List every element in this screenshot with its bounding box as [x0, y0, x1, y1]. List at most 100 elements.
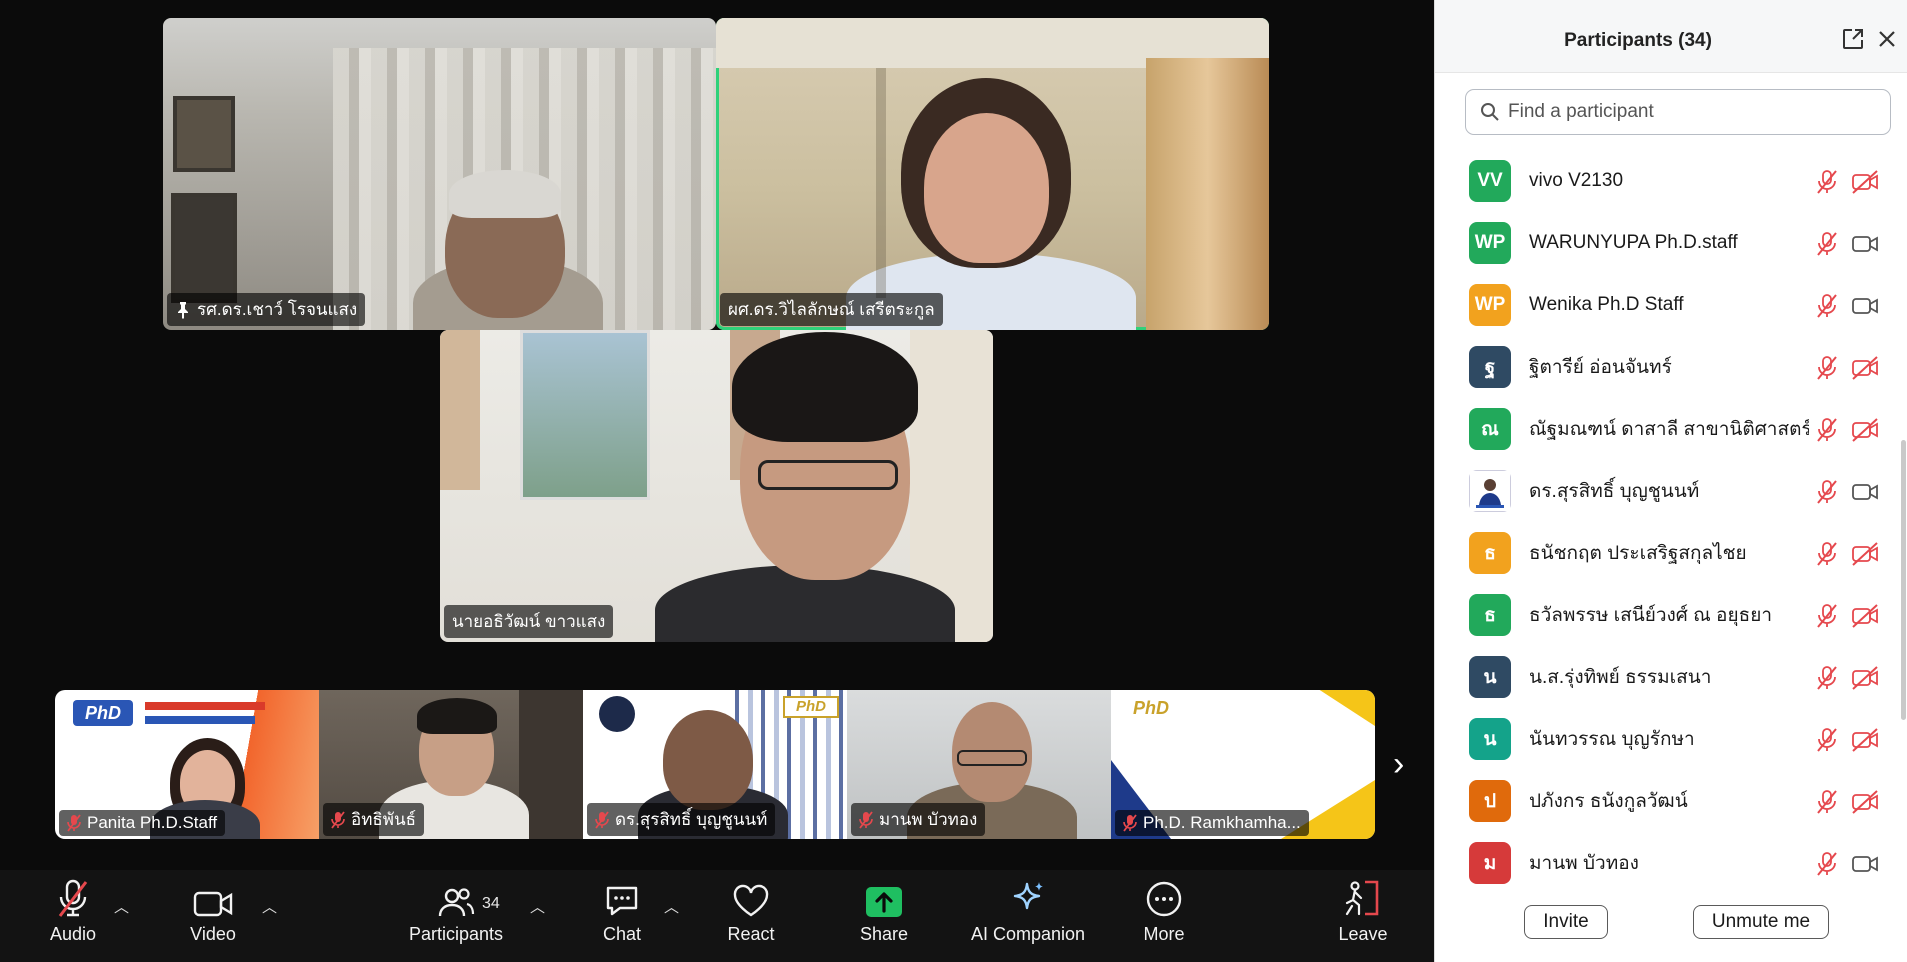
mic-muted-icon[interactable] — [1815, 789, 1839, 820]
participant-row[interactable]: ธ ธวัลพรรษ เสนีย์วงศ์ ณ อยุธยา — [1435, 584, 1907, 646]
video-off-icon[interactable] — [1851, 727, 1879, 758]
share-label: Share — [859, 924, 909, 944]
participant-avatar: WP — [1469, 222, 1511, 264]
leave-button[interactable]: Leave — [1336, 870, 1390, 962]
ai-companion-button[interactable]: AI Companion — [964, 870, 1092, 962]
mic-muted-icon — [67, 814, 81, 832]
participant-name: มานพ บัวทอง — [879, 810, 978, 829]
mic-muted-icon[interactable] — [1815, 665, 1839, 696]
mic-muted-icon — [595, 810, 609, 829]
thumbnail-tile[interactable]: อิทธิพันธ์ — [319, 690, 583, 839]
chat-icon — [606, 886, 638, 916]
participant-name-tag: Panita Ph.D.Staff — [59, 810, 226, 836]
video-camera-icon[interactable] — [1851, 479, 1879, 510]
close-icon[interactable] — [1875, 27, 1899, 51]
participant-row[interactable]: ฐ ฐิตารีย์ อ่อนจันทร์ — [1435, 336, 1907, 398]
video-camera-icon[interactable] — [1851, 851, 1879, 882]
video-off-icon[interactable] — [1851, 417, 1879, 448]
participant-avatar — [1469, 470, 1511, 512]
avatar-initials: ธ — [1484, 543, 1496, 564]
mic-muted-icon — [1123, 814, 1137, 832]
unmute-me-button[interactable]: Unmute me — [1693, 905, 1829, 939]
mic-muted-icon[interactable] — [1815, 603, 1839, 634]
participant-name: WARUNYUPA Ph.D.staff — [1529, 232, 1738, 253]
heart-icon — [733, 884, 769, 917]
participants-options-chevron-up-icon[interactable]: ︿ — [530, 896, 545, 917]
video-camera-icon[interactable] — [1851, 231, 1879, 262]
participant-row[interactable]: ป ปภังกร ธนังกูลวัฒน์ — [1435, 770, 1907, 832]
mic-muted-icon[interactable] — [1815, 417, 1839, 448]
chat-button[interactable]: Chat — [598, 870, 646, 962]
video-tile-3[interactable]: นายอธิวัฒน์ ขาวแสง — [440, 330, 993, 642]
participant-row[interactable]: ม มานพ บัวทอง — [1435, 832, 1907, 894]
participant-list-scrollbar[interactable] — [1901, 440, 1906, 720]
sparkle-icon — [1013, 882, 1043, 910]
more-button[interactable]: More — [1136, 870, 1192, 962]
participant-row[interactable]: WP Wenika Ph.D Staff — [1435, 274, 1907, 336]
mic-muted-icon — [58, 879, 88, 917]
mic-muted-icon[interactable] — [1815, 541, 1839, 572]
mic-muted-icon[interactable] — [1815, 355, 1839, 386]
participant-name: มานพ บัวทอง — [1529, 853, 1639, 874]
leave-label: Leave — [1338, 924, 1388, 944]
participant-row[interactable]: ดร.สุรสิทธิ์ บุญชูนนท์ — [1435, 460, 1907, 522]
avatar-initials: ฐ — [1484, 357, 1496, 378]
thumbnail-tile[interactable]: PhD Ph.D. Ramkhamha... — [1111, 690, 1375, 839]
share-button[interactable]: Share — [856, 870, 912, 962]
mic-muted-icon[interactable] — [1815, 851, 1839, 882]
participant-search-input[interactable] — [1508, 101, 1868, 123]
avatar-initials: ธ — [1484, 605, 1496, 626]
video-off-icon[interactable] — [1851, 603, 1879, 634]
participant-row[interactable]: WP WARUNYUPA Ph.D.staff — [1435, 212, 1907, 274]
mic-muted-icon — [331, 810, 345, 829]
meeting-toolbar: Audio ︿ Video ︿ Participants 34 ︿ Chat ︿… — [0, 870, 1434, 962]
participant-avatar: ธ — [1469, 532, 1511, 574]
avatar-initials: ป — [1483, 791, 1497, 812]
participant-avatar: ณ — [1469, 408, 1511, 450]
video-off-icon[interactable] — [1851, 541, 1879, 572]
video-off-icon[interactable] — [1851, 169, 1879, 200]
invite-button[interactable]: Invite — [1524, 905, 1608, 939]
more-label: More — [1143, 924, 1185, 944]
participant-name: ดร.สุรสิทธิ์ บุญชูนนท์ — [1529, 481, 1700, 502]
audio-options-chevron-up-icon[interactable]: ︿ — [114, 896, 129, 917]
participant-row[interactable]: ธ ธนัชกฤต ประเสริฐสกุลไชย — [1435, 522, 1907, 584]
participant-name: ผศ.ดร.วิไลลักษณ์ เสรีตระกูล — [728, 300, 935, 319]
audio-button[interactable]: Audio — [38, 870, 108, 962]
participant-row[interactable]: น น.ส.รุ่งทิพย์ ธรรมเสนา — [1435, 646, 1907, 708]
participant-row[interactable]: VV vivo V2130 — [1435, 150, 1907, 212]
video-off-icon[interactable] — [1851, 789, 1879, 820]
participant-avatar: ม — [1469, 842, 1511, 884]
participants-button[interactable]: Participants — [404, 870, 508, 962]
video-off-icon[interactable] — [1851, 355, 1879, 386]
video-button[interactable]: Video — [180, 870, 246, 962]
participant-name: Panita Ph.D.Staff — [87, 813, 218, 832]
mic-muted-icon[interactable] — [1815, 293, 1839, 324]
participant-row[interactable]: น นันทวรรณ บุญรักษา — [1435, 708, 1907, 770]
thumbnail-tile[interactable]: มานพ บัวทอง — [847, 690, 1111, 839]
video-off-icon[interactable] — [1851, 665, 1879, 696]
video-camera-icon[interactable] — [1851, 293, 1879, 324]
react-button[interactable]: React — [723, 870, 779, 962]
participant-name: น.ส.รุ่งทิพย์ ธรรมเสนา — [1529, 667, 1712, 688]
video-tile-1[interactable]: รศ.ดร.เชาว์ โรจนแสง — [163, 18, 716, 330]
participant-name-tag: นายอธิวัฒน์ ขาวแสง — [444, 605, 614, 638]
pop-out-icon[interactable] — [1841, 27, 1865, 51]
participant-name-tag: ผศ.ดร.วิไลลักษณ์ เสรีตระกูล — [720, 293, 943, 326]
mic-muted-icon[interactable] — [1815, 169, 1839, 200]
video-options-chevron-up-icon[interactable]: ︿ — [262, 896, 277, 917]
participant-name: ดร.สุรสิทธิ์ บุญชูนนท์ — [615, 810, 768, 829]
zoom-meeting-window: รศ.ดร.เชาว์ โรจนแสง ผศ.ดร.วิไลลักษณ์ เสร… — [0, 0, 1907, 962]
mic-muted-icon[interactable] — [1815, 727, 1839, 758]
chevron-right-icon[interactable]: › — [1393, 747, 1417, 781]
participant-search-box[interactable] — [1465, 89, 1891, 135]
chat-options-chevron-up-icon[interactable]: ︿ — [664, 896, 679, 917]
participant-row[interactable]: ณ ณัฐมณฑน์ ดาสาลี สาขานิติศาสตร์ — [1435, 398, 1907, 460]
mic-muted-icon[interactable] — [1815, 479, 1839, 510]
thumbnail-tile[interactable]: PhD ดร.สุรสิทธิ์ บุญชูนนท์ — [583, 690, 847, 839]
participant-list: VV vivo V2130 WP WARUNYUPA Ph.D.staff WP Weni… — [1435, 150, 1907, 894]
thumbnail-tile[interactable]: PhD Panita Ph.D.Staff — [55, 690, 319, 839]
participant-name: Wenika Ph.D Staff — [1529, 294, 1684, 315]
video-tile-2-active-speaker[interactable]: ผศ.ดร.วิไลลักษณ์ เสรีตระกูล — [716, 18, 1269, 330]
mic-muted-icon[interactable] — [1815, 231, 1839, 262]
